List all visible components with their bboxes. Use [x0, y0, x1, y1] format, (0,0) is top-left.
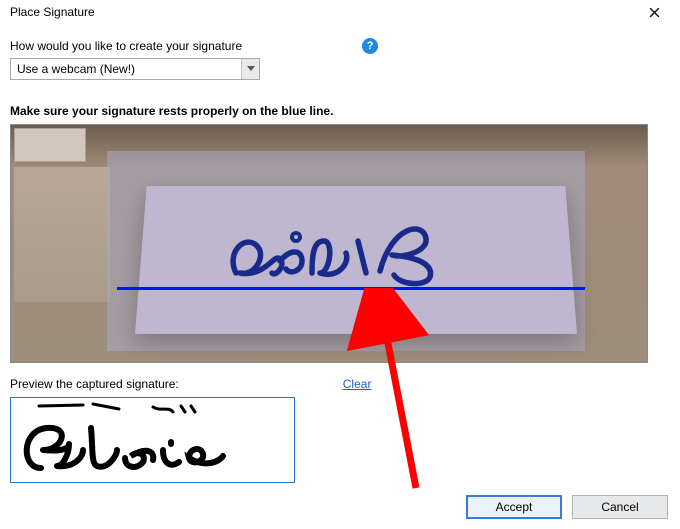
dropdown-selected-value: Use a webcam (New!) — [17, 62, 135, 76]
help-icon[interactable]: ? — [362, 38, 378, 54]
background-object — [14, 167, 110, 302]
dialog-buttons: Accept Cancel — [466, 495, 668, 519]
webcam-preview — [10, 124, 648, 363]
preview-label: Preview the captured signature: — [10, 377, 179, 391]
signature-method-dropdown[interactable]: Use a webcam (New!) — [10, 58, 260, 80]
captured-signature-icon — [13, 400, 293, 482]
background-object — [14, 128, 86, 162]
button-label: Accept — [496, 500, 533, 514]
preview-header: Preview the captured signature: Clear — [10, 377, 680, 391]
button-label: Cancel — [601, 500, 638, 514]
method-label: How would you like to create your signat… — [10, 39, 242, 53]
clear-link[interactable]: Clear — [343, 377, 372, 391]
accept-button[interactable]: Accept — [466, 495, 562, 519]
close-button[interactable] — [632, 1, 676, 23]
dialog-titlebar: Place Signature — [0, 0, 680, 24]
method-row: How would you like to create your signat… — [10, 38, 680, 54]
paper-sheet — [135, 186, 577, 334]
chevron-down-icon — [241, 59, 259, 79]
close-icon — [649, 7, 660, 18]
instruction-text: Make sure your signature rests properly … — [10, 104, 680, 118]
baseline-guide — [117, 287, 585, 290]
cancel-button[interactable]: Cancel — [572, 495, 668, 519]
dialog-title: Place Signature — [10, 5, 95, 19]
signature-preview-box — [10, 397, 295, 483]
